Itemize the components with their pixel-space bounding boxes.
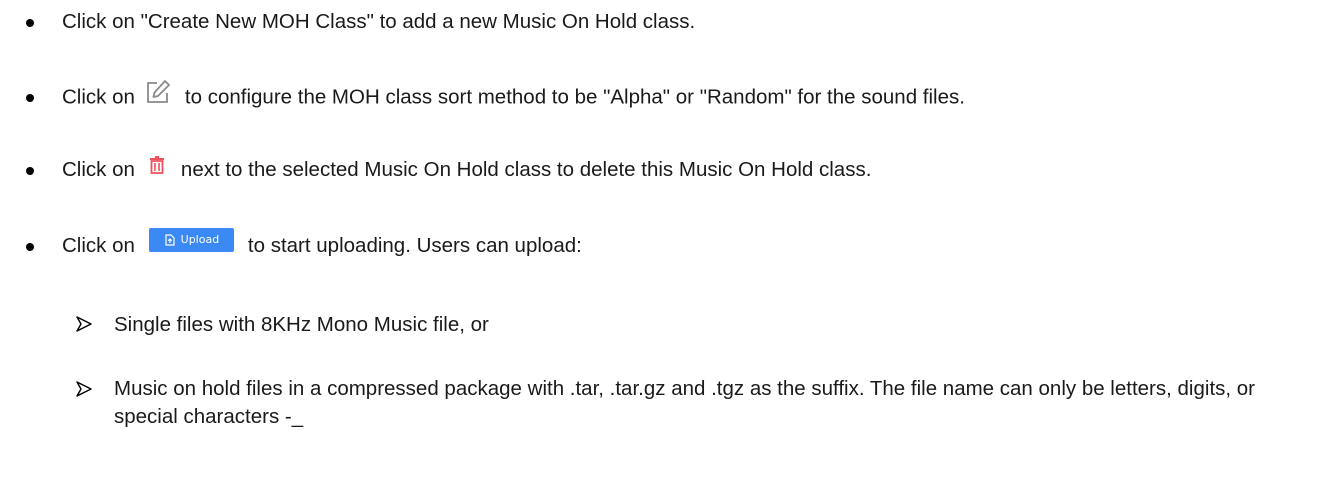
sub-item-compressed-package: Music on hold files in a compressed pack… [0,375,1336,435]
sub-item-single-files: Single files with 8KHz Mono Music file, … [0,311,1336,339]
arrow-bullet-icon [76,316,92,332]
bullet-line: Click on to configure the MOH class sort… [62,80,965,111]
upload-button-label: Upload [180,232,220,246]
sub-item-text: Single files with 8KHz Mono Music file, … [114,313,489,336]
edit-icon[interactable] [145,79,171,105]
sub-item-text: Music on hold files in a compressed pack… [114,377,1256,428]
bullet-line: Click on next to the selected Music On H… [62,155,872,182]
bullet-dot [26,94,34,102]
upload-button[interactable]: Upload [148,227,234,252]
bullet-text-post: to start uploading. Users can upload: [247,234,582,257]
arrow-bullet-icon [76,381,92,397]
bullet-text-pre: Click on [62,85,135,109]
upload-icon [165,233,175,246]
bullet-dot [26,167,34,175]
bullet-text-post: next to the selected Music On Hold class… [180,158,872,181]
bullet-text-pre: Click on [62,158,135,181]
bullet-dot [26,243,34,251]
trash-icon[interactable] [149,155,165,174]
bullet-dot [26,19,34,27]
bullet-text-pre: Click on [62,234,135,257]
bullet-text: Click on "Create New MOH Class" to add a… [62,10,696,33]
bullet-line: Click on Upload to start uploading. User… [62,227,582,259]
bullet-text-post: to configure the MOH class sort method t… [184,85,965,109]
